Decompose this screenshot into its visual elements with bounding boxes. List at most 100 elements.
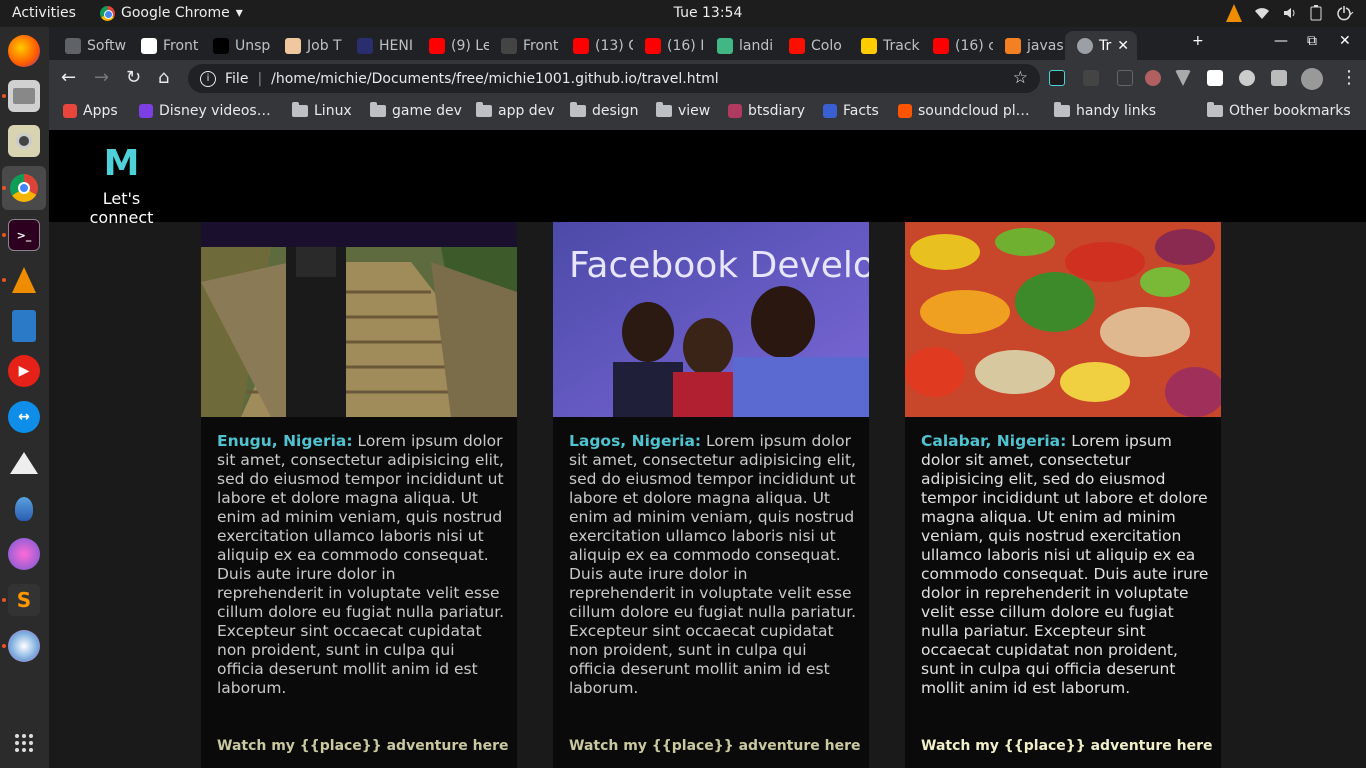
rhythmbox-icon[interactable] bbox=[8, 125, 40, 157]
running-indicator bbox=[2, 233, 6, 237]
tab-label: Tr bbox=[1099, 37, 1112, 54]
minimize-button[interactable]: — bbox=[1274, 33, 1288, 49]
libreoffice-writer-icon[interactable] bbox=[12, 310, 36, 342]
bookmark-label: view bbox=[678, 103, 711, 119]
browser-tab[interactable]: (16) c bbox=[921, 31, 993, 60]
bookmark-label: soundcloud pl… bbox=[918, 103, 1030, 119]
save-extension-icon[interactable] bbox=[1239, 70, 1255, 86]
browser-tab[interactable]: Front bbox=[489, 31, 561, 60]
bookmark-item[interactable]: game dev bbox=[370, 102, 462, 119]
bookmark-item[interactable]: Other bookmarks bbox=[1207, 102, 1351, 119]
tab-favicon-icon bbox=[933, 37, 949, 54]
inkscape-icon[interactable] bbox=[8, 447, 40, 479]
close-window-button[interactable]: ✕ bbox=[1339, 33, 1351, 49]
browser-tab[interactable]: (9) Le bbox=[417, 31, 489, 60]
chrome-icon[interactable] bbox=[2, 166, 46, 210]
bookmark-item[interactable]: design bbox=[570, 102, 639, 119]
travel-card-calabar: Calabar, Nigeria: Lorem ipsum dolor sit … bbox=[905, 222, 1221, 768]
teamviewer-icon[interactable]: ↔ bbox=[8, 401, 40, 433]
soundcloud-icon bbox=[898, 104, 912, 118]
bookmark-label: game dev bbox=[392, 103, 462, 119]
tab-favicon-icon bbox=[213, 37, 229, 54]
apps-grid-icon bbox=[63, 104, 77, 118]
back-button[interactable]: ← bbox=[61, 68, 76, 88]
browser-tab[interactable]: Softw bbox=[53, 31, 129, 60]
gimp-alt-icon[interactable] bbox=[8, 630, 40, 662]
youtube-music-icon[interactable]: ▶ bbox=[8, 355, 40, 387]
tab-favicon-icon bbox=[573, 37, 589, 54]
gnome-top-bar: Activities Google Chrome ▾ Tue 13:54 bbox=[0, 0, 1366, 27]
volume-icon[interactable] bbox=[1282, 5, 1298, 21]
puzzle-extensions-icon[interactable] bbox=[1271, 70, 1287, 86]
tab-label: HENI bbox=[379, 37, 413, 54]
browser-tab[interactable]: (16) I bbox=[633, 31, 705, 60]
browser-tab[interactable]: (13) C bbox=[561, 31, 633, 60]
bookmark-item[interactable]: Facts bbox=[823, 103, 879, 119]
browser-tab[interactable]: Colo bbox=[777, 31, 849, 60]
bookmark-item[interactable]: Disney videos… bbox=[139, 103, 271, 119]
reload-button[interactable]: ↻ bbox=[126, 68, 141, 88]
profile-avatar[interactable] bbox=[1301, 68, 1323, 90]
extension-avatar-icon[interactable] bbox=[1145, 70, 1161, 86]
power-menu-icon[interactable] bbox=[1334, 5, 1354, 21]
browser-tab[interactable]: Job T bbox=[273, 31, 345, 60]
bookmark-item[interactable]: Apps bbox=[63, 103, 118, 119]
boardwalk-photo bbox=[201, 222, 517, 417]
browser-tab[interactable]: Track bbox=[849, 31, 921, 60]
card-cta-link[interactable]: Watch my {{place}} adventure here bbox=[569, 738, 860, 754]
bookmark-item[interactable]: Linux bbox=[292, 102, 352, 119]
files-icon[interactable] bbox=[8, 80, 40, 112]
tab-favicon-icon bbox=[429, 37, 445, 54]
sublime-text-icon[interactable]: S bbox=[8, 584, 40, 616]
browser-tab[interactable]: javas bbox=[993, 31, 1065, 60]
notion-web-clipper-icon[interactable] bbox=[1049, 70, 1065, 86]
tab-label: Unsp bbox=[235, 37, 271, 54]
wifi-icon[interactable] bbox=[1254, 5, 1270, 21]
bookmark-item[interactable]: view bbox=[656, 102, 711, 119]
url-text[interactable]: /home/michie/Documents/free/michie1001.g… bbox=[271, 71, 718, 87]
anydesk-icon[interactable] bbox=[8, 493, 40, 525]
firefox-icon[interactable] bbox=[8, 35, 40, 67]
forward-button[interactable]: → bbox=[94, 68, 109, 88]
browser-tab[interactable]: Front bbox=[129, 31, 201, 60]
color-picker-extension-icon[interactable] bbox=[1083, 70, 1099, 86]
bookmarks-bar: Apps Disney videos… Linux game dev app dev de… bbox=[49, 97, 1366, 130]
gimp-icon[interactable] bbox=[8, 538, 40, 570]
bookmark-item[interactable]: btsdiary bbox=[728, 103, 805, 119]
battery-icon[interactable] bbox=[1310, 5, 1322, 21]
card-cta-link[interactable]: Watch my {{place}} adventure here bbox=[921, 738, 1212, 754]
address-bar[interactable]: i File | /home/michie/Documents/free/mic… bbox=[188, 64, 1040, 93]
notion-extension-icon[interactable] bbox=[1207, 70, 1223, 86]
site-info-icon[interactable]: i bbox=[200, 70, 216, 87]
terminal-icon[interactable]: >_ bbox=[8, 219, 40, 251]
vuejs-devtools-icon[interactable] bbox=[1175, 70, 1191, 86]
card-cta-link[interactable]: Watch my {{place}} adventure here bbox=[217, 738, 508, 754]
system-tray[interactable] bbox=[1226, 4, 1354, 22]
chrome-menu-icon[interactable]: ⋮ bbox=[1340, 68, 1358, 88]
browser-tab[interactable]: HENI bbox=[345, 31, 417, 60]
site-logo[interactable]: M Let's connect bbox=[69, 144, 174, 228]
vlc-icon[interactable] bbox=[8, 264, 40, 296]
bookmark-item[interactable]: app dev bbox=[476, 102, 555, 119]
clock[interactable]: Tue 13:54 bbox=[0, 5, 1366, 21]
tab-label: Front bbox=[163, 37, 199, 54]
bookmark-extension-icon[interactable] bbox=[1117, 70, 1133, 86]
tab-close-icon[interactable]: ✕ bbox=[1117, 38, 1137, 54]
browser-tab[interactable]: Unsp bbox=[201, 31, 273, 60]
bookmark-item[interactable]: soundcloud pl… bbox=[898, 103, 1030, 119]
browser-tab[interactable]: Tr ✕ bbox=[1065, 31, 1137, 60]
bookmark-star-icon[interactable]: ☆ bbox=[1013, 68, 1028, 88]
folder-icon bbox=[656, 102, 672, 117]
card-description: Calabar, Nigeria: Lorem ipsum dolor sit … bbox=[921, 432, 1209, 698]
tab-label: Job T bbox=[307, 37, 342, 54]
bookmark-label: design bbox=[592, 103, 639, 119]
new-tab-button[interactable]: + bbox=[1192, 33, 1204, 49]
vlc-tray-icon[interactable] bbox=[1226, 4, 1242, 22]
restore-button[interactable]: ⧉ bbox=[1307, 33, 1317, 49]
show-apps-icon[interactable] bbox=[8, 727, 40, 759]
dock: >_ ▶ ↔ S bbox=[0, 27, 49, 768]
browser-tab[interactable]: landi bbox=[705, 31, 777, 60]
bookmark-item[interactable]: handy links bbox=[1054, 102, 1156, 119]
home-button[interactable]: ⌂ bbox=[158, 68, 169, 88]
card-place: Enugu, Nigeria: bbox=[217, 432, 353, 450]
